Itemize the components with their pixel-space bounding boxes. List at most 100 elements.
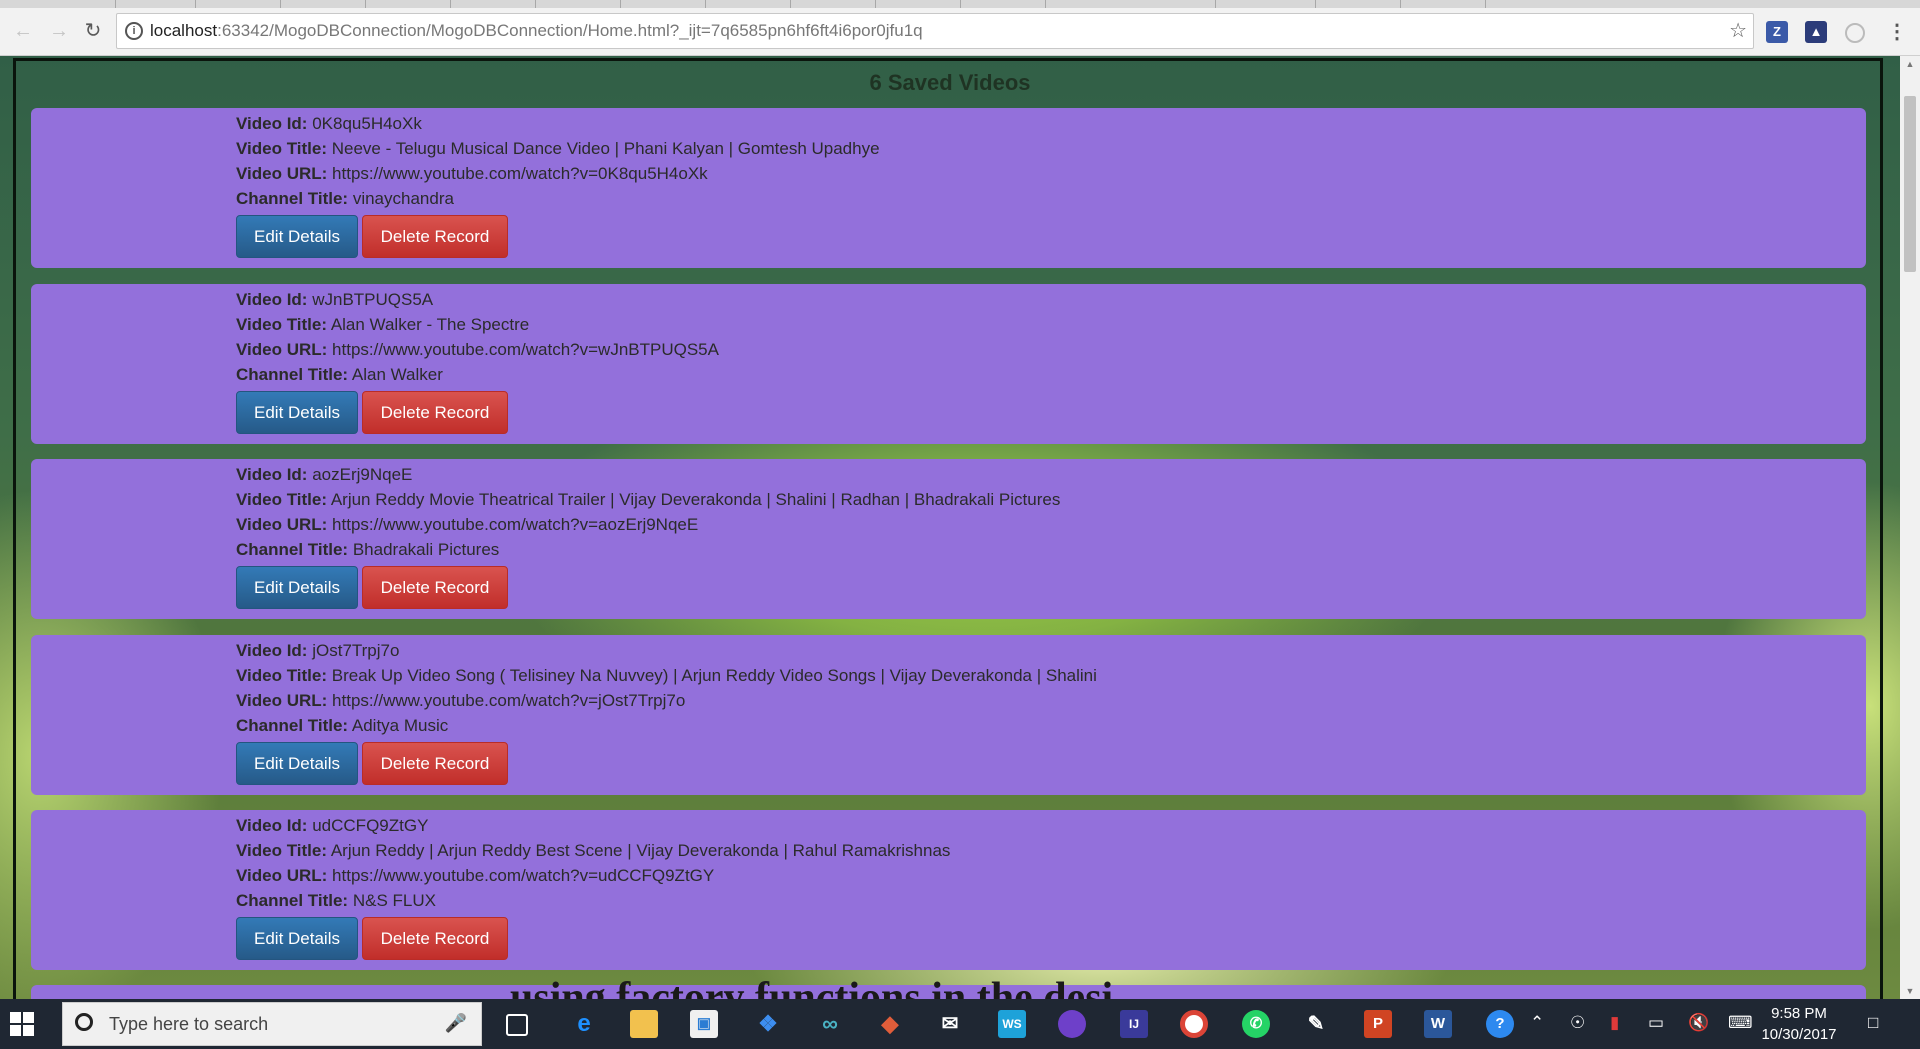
action-center-icon[interactable]: □ — [1868, 1013, 1878, 1033]
mail-icon[interactable]: ✉ — [936, 1010, 964, 1038]
delete-record-button[interactable]: Delete Record — [362, 391, 508, 434]
edit-details-button[interactable]: Edit Details — [236, 742, 358, 785]
video-url-value: https://www.youtube.com/watch?v=jOst7Trp… — [332, 691, 686, 710]
tray-chevron-icon[interactable]: ⌃ — [1530, 1013, 1544, 1033]
powerpoint-icon[interactable]: P — [1364, 1010, 1392, 1038]
video-title-row: Video Title: Arjun Reddy | Arjun Reddy B… — [236, 841, 950, 861]
edit-details-button[interactable]: Edit Details — [236, 391, 358, 434]
zotero-extension-icon[interactable]: Z — [1766, 21, 1788, 43]
video-title-row: Video Title: Break Up Video Song ( Telis… — [236, 666, 1097, 686]
tab-edge — [790, 0, 791, 8]
video-id-row: Video Id: udCCFQ9ZtGY — [236, 816, 428, 836]
taskbar-search-box[interactable]: Type here to search 🎤 — [62, 1002, 482, 1046]
git-icon[interactable]: ◆ — [876, 1010, 904, 1038]
webstorm-icon[interactable]: WS — [998, 1010, 1026, 1038]
video-title-value: Break Up Video Song ( Telisiney Na Nuvve… — [331, 666, 1097, 685]
tab-edge — [450, 0, 451, 8]
address-bar[interactable]: i localhost:63342/MogoDBConnection/MogoD… — [116, 13, 1754, 49]
edge-icon[interactable]: e — [570, 1010, 598, 1038]
video-title-row: Video Title: Neeve - Telugu Musical Danc… — [236, 139, 880, 159]
channel-title-row: Channel Title: Aditya Music — [236, 716, 448, 736]
video-title-label: Video Title: — [236, 315, 328, 334]
star-icon[interactable]: ☆ — [1729, 14, 1747, 48]
clock-date[interactable]: 10/30/2017 — [1744, 1026, 1854, 1043]
edit-details-button[interactable]: Edit Details — [236, 215, 358, 258]
channel-title-label: Channel Title: — [236, 716, 349, 735]
volume-muted-icon[interactable]: 🔇 — [1688, 1013, 1709, 1033]
gift-icon[interactable]: ▮ — [1610, 1013, 1619, 1033]
video-url-label: Video URL: — [236, 340, 328, 359]
video-title-value: Neeve - Telugu Musical Dance Video | Pha… — [331, 139, 880, 158]
cortana-icon — [75, 1013, 93, 1031]
video-id-label: Video Id: — [236, 290, 308, 309]
delete-record-button[interactable]: Delete Record — [362, 566, 508, 609]
video-id-value: udCCFQ9ZtGY — [312, 816, 429, 835]
delete-record-button[interactable]: Delete Record — [362, 917, 508, 960]
video-id-row: Video Id: 0K8qu5H4oXk — [236, 114, 422, 134]
video-url-row: Video URL: https://www.youtube.com/watch… — [236, 866, 714, 886]
windows-start-icon[interactable] — [10, 1012, 34, 1036]
menu-icon[interactable]: ⋮ — [1886, 21, 1908, 43]
scroll-down-icon[interactable]: ▼ — [1900, 983, 1920, 999]
tab-edge — [1315, 0, 1316, 8]
page-viewport: 6 Saved Videos Video Id: 0K8qu5H4oXk Vid… — [0, 56, 1900, 999]
back-arrow-icon[interactable]: ← — [8, 16, 38, 46]
store-icon[interactable]: ▣ — [690, 1010, 718, 1038]
tab-edge — [705, 0, 706, 8]
video-card: Video Id: aozErj9NqeE Video Title: Arjun… — [31, 459, 1866, 619]
edit-details-button[interactable]: Edit Details — [236, 566, 358, 609]
delete-record-button[interactable]: Delete Record — [362, 742, 508, 785]
video-url-value: https://www.youtube.com/watch?v=aozErj9N… — [332, 515, 699, 534]
video-title-label: Video Title: — [236, 490, 328, 509]
address-host: localhost — [150, 21, 218, 40]
extension-icon[interactable]: ▲ — [1805, 21, 1827, 43]
video-card: Video Id: 0K8qu5H4oXk Video Title: Neeve… — [31, 108, 1866, 268]
page-scrollbar[interactable]: ▲ ▼ — [1900, 56, 1920, 999]
channel-title-value: N&S FLUX — [352, 891, 436, 910]
scroll-thumb[interactable] — [1904, 96, 1916, 272]
tab-edge — [115, 0, 116, 8]
tab-edge — [960, 0, 961, 8]
video-title-label: Video Title: — [236, 666, 328, 685]
github-icon[interactable] — [1058, 1010, 1086, 1038]
video-id-value: 0K8qu5H4oXk — [312, 114, 422, 133]
clock-time[interactable]: 9:58 PM — [1744, 1005, 1854, 1022]
video-id-label: Video Id: — [236, 641, 308, 660]
paint-icon[interactable]: ✎ — [1302, 1010, 1330, 1038]
video-title-label: Video Title: — [236, 139, 328, 158]
address-url[interactable]: localhost:63342/MogoDBConnection/MogoDBC… — [150, 14, 923, 48]
video-id-value: jOst7Trpj7o — [312, 641, 400, 660]
video-card: Video Id: udCCFQ9ZtGY Video Title: Arjun… — [31, 810, 1866, 970]
task-view-icon[interactable] — [506, 1014, 528, 1036]
whatsapp-icon[interactable]: ✆ — [1242, 1010, 1270, 1038]
channel-title-label: Channel Title: — [236, 365, 349, 384]
file-explorer-icon[interactable] — [630, 1010, 658, 1038]
dropbox-icon[interactable]: ❖ — [754, 1010, 782, 1038]
forward-arrow-icon[interactable]: → — [44, 16, 74, 46]
tab-edge — [195, 0, 196, 8]
edit-details-button[interactable]: Edit Details — [236, 917, 358, 960]
help-icon[interactable]: ? — [1486, 1010, 1514, 1038]
wifi-icon[interactable]: ☉ — [1570, 1013, 1585, 1033]
video-card: Video Id: jOst7Trpj7o Video Title: Break… — [31, 635, 1866, 795]
video-url-row: Video URL: https://www.youtube.com/watch… — [236, 691, 685, 711]
scroll-up-icon[interactable]: ▲ — [1900, 56, 1920, 72]
intellij-icon[interactable]: IJ — [1120, 1010, 1148, 1038]
profile-icon[interactable] — [1845, 23, 1865, 43]
battery-icon[interactable]: ▭ — [1648, 1013, 1664, 1033]
microphone-icon[interactable]: 🎤 — [445, 1013, 467, 1034]
chrome-icon[interactable] — [1180, 1010, 1208, 1038]
word-icon[interactable]: W — [1424, 1010, 1452, 1038]
tab-edge — [535, 0, 536, 8]
browser-toolbar: ← → ↻ i localhost:63342/MogoDBConnection… — [0, 8, 1920, 56]
tab-edge — [1400, 0, 1401, 8]
channel-title-value: Alan Walker — [351, 365, 443, 384]
arduino-icon[interactable]: ∞ — [816, 1010, 844, 1038]
video-id-value: aozErj9NqeE — [312, 465, 413, 484]
video-url-row: Video URL: https://www.youtube.com/watch… — [236, 340, 719, 360]
info-icon[interactable]: i — [125, 22, 143, 40]
video-title-label: Video Title: — [236, 841, 328, 860]
delete-record-button[interactable]: Delete Record — [362, 215, 508, 258]
reload-icon[interactable]: ↻ — [78, 16, 108, 46]
channel-title-row: Channel Title: vinaychandra — [236, 189, 454, 209]
